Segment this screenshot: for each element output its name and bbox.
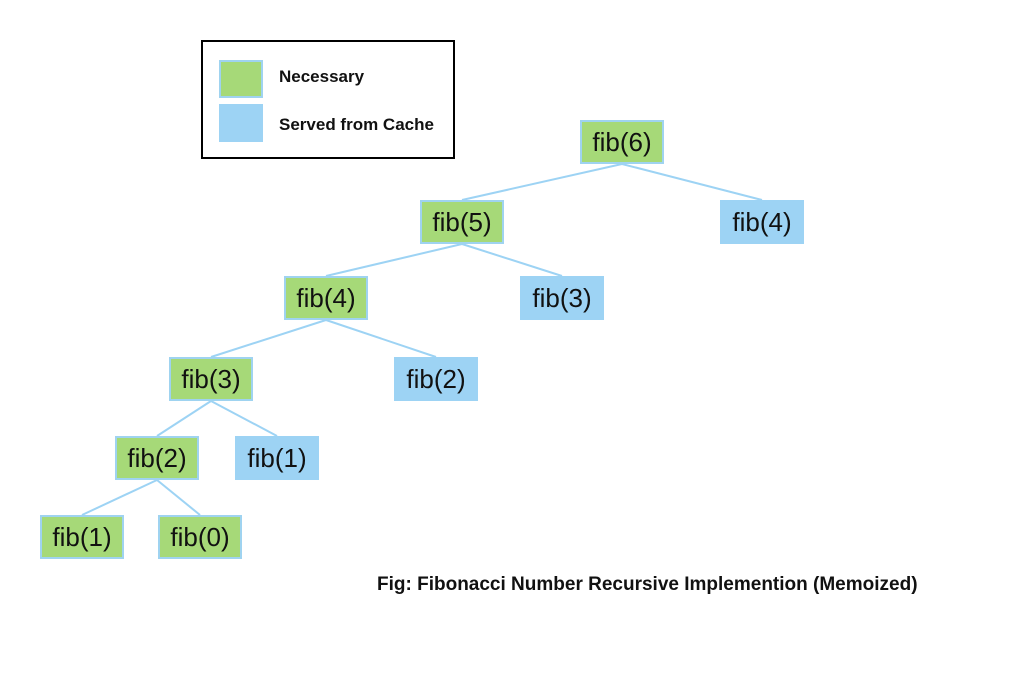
edge-n3-n2 — [156, 400, 212, 437]
legend: Necessary Served from Cache — [201, 40, 455, 159]
edge-n4-n2c — [325, 319, 437, 358]
edge-n2-n1 — [81, 479, 158, 516]
node-fib-5: fib(5) — [420, 200, 504, 244]
node-fib-6: fib(6) — [580, 120, 664, 164]
edge-n5-n4 — [325, 243, 463, 277]
edge-n3-n1c — [210, 400, 278, 437]
figure-caption: Fig: Fibonacci Number Recursive Implemen… — [377, 574, 918, 595]
legend-swatch-necessary — [219, 60, 263, 98]
node-fib-2-cached: fib(2) — [394, 357, 478, 401]
node-fib-1-cached: fib(1) — [235, 436, 319, 480]
edge-n6-n5 — [461, 163, 623, 201]
legend-label-necessary: Necessary — [279, 67, 365, 86]
node-fib-2: fib(2) — [115, 436, 199, 480]
edge-n6-n4c — [621, 163, 763, 201]
edge-n2-n0 — [156, 479, 201, 516]
node-fib-0: fib(0) — [158, 515, 242, 559]
node-fib-4-cached: fib(4) — [720, 200, 804, 244]
edge-n5-n3c — [461, 243, 563, 277]
legend-label-cached: Served from Cache — [279, 115, 434, 134]
node-fib-4: fib(4) — [284, 276, 368, 320]
node-fib-1: fib(1) — [40, 515, 124, 559]
node-fib-3: fib(3) — [169, 357, 253, 401]
node-fib-3-cached: fib(3) — [520, 276, 604, 320]
edge-n4-n3 — [210, 319, 327, 358]
legend-swatch-cached — [219, 104, 263, 142]
